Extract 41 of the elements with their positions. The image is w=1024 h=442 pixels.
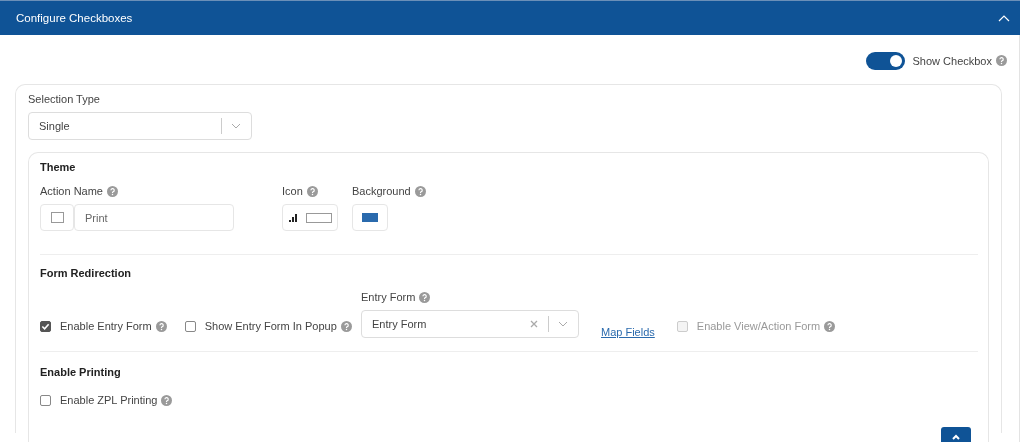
toggle-switch[interactable] bbox=[865, 51, 905, 70]
entry-form-dropdown[interactable]: Entry Form bbox=[361, 310, 579, 338]
section-title: Enable Printing bbox=[40, 366, 122, 378]
checkbox[interactable] bbox=[40, 394, 51, 406]
map-fields-link[interactable]: Map Fields bbox=[601, 326, 655, 338]
chevron-down-icon bbox=[231, 123, 241, 129]
panel-header[interactable]: Configure Checkboxes bbox=[0, 0, 1020, 35]
collapse-icon[interactable] bbox=[998, 14, 1010, 22]
help-icon bbox=[419, 291, 431, 303]
checkbox[interactable] bbox=[184, 320, 196, 332]
clear-icon bbox=[530, 320, 538, 328]
signal-bars-icon bbox=[288, 213, 298, 222]
toggle-label: Show Checkbox bbox=[912, 54, 992, 67]
field-label: Selection Type bbox=[28, 93, 101, 105]
checkbox-label: Show Entry Form In Popup bbox=[204, 320, 337, 332]
section-title: Theme bbox=[40, 161, 77, 173]
help-icon bbox=[414, 185, 426, 197]
action-name-input[interactable]: Print bbox=[74, 204, 234, 231]
selection-type-dropdown[interactable]: Single bbox=[28, 112, 252, 140]
help-icon bbox=[340, 320, 352, 332]
arrow-up-icon bbox=[951, 433, 961, 442]
checkbox[interactable] bbox=[40, 320, 51, 332]
help-icon bbox=[107, 185, 118, 197]
help-icon bbox=[996, 55, 1007, 66]
panel-title: Configure Checkboxes bbox=[16, 12, 133, 24]
help-icon bbox=[824, 320, 836, 332]
field-label: Icon bbox=[282, 185, 303, 197]
chevron-down-icon bbox=[558, 321, 568, 327]
checkbox-label: Enable Entry Form bbox=[60, 320, 152, 332]
help-icon bbox=[155, 320, 167, 332]
field-label: Background bbox=[352, 185, 411, 197]
color-picker[interactable] bbox=[352, 204, 388, 231]
section-title: Form Redirection bbox=[40, 267, 133, 279]
field-label: Entry Form bbox=[361, 291, 416, 303]
help-icon bbox=[161, 394, 173, 406]
checkbox-label: Enable View/Action Form bbox=[696, 320, 821, 332]
icon-picker[interactable] bbox=[40, 204, 74, 231]
field-label: Action Name bbox=[40, 185, 103, 197]
icon-selector[interactable] bbox=[282, 204, 338, 231]
checkbox-label: Enable ZPL Printing bbox=[60, 394, 158, 406]
help-icon bbox=[306, 185, 318, 197]
